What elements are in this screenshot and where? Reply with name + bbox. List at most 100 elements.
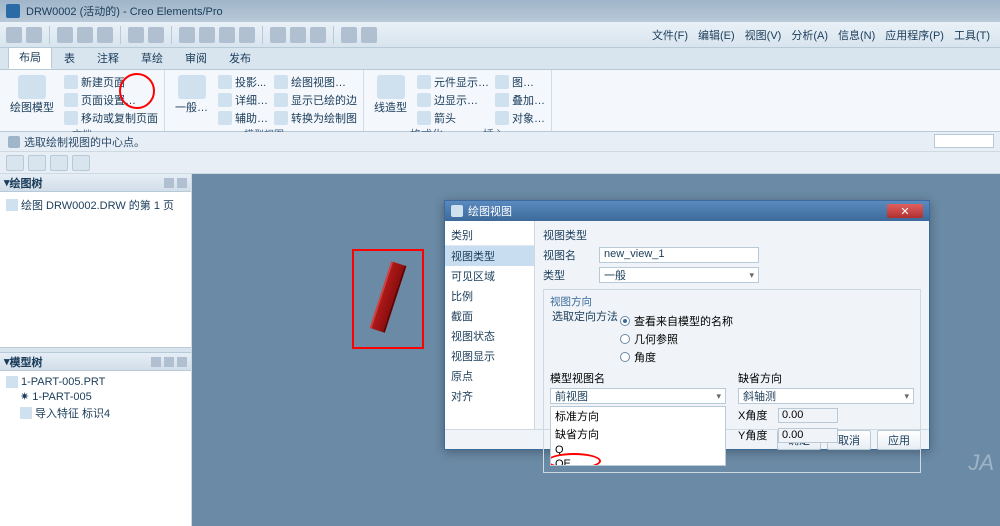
radio-icon <box>620 352 630 362</box>
mini-btn[interactable] <box>50 155 68 171</box>
menu-tools[interactable]: 工具(T) <box>954 27 990 43</box>
model-view-select[interactable]: 前视图 <box>550 388 726 404</box>
category-item[interactable]: 截面 <box>445 306 534 326</box>
comp-display-button[interactable]: 元件显示… <box>417 74 489 90</box>
qat-icon[interactable] <box>270 27 286 43</box>
tab-sketch[interactable]: 草绘 <box>131 47 173 69</box>
category-item-viewtype[interactable]: 视图类型 <box>445 246 534 266</box>
object-button[interactable]: 对象… <box>495 110 545 126</box>
qat-icon[interactable] <box>219 27 235 43</box>
label: 模型视图名 <box>550 370 726 386</box>
view-type-row: 类型 一般 <box>543 267 921 283</box>
tab-review[interactable]: 审阅 <box>175 47 217 69</box>
qat-icon[interactable] <box>239 27 255 43</box>
list-item[interactable]: Q <box>551 443 725 457</box>
panel-tool[interactable] <box>151 357 161 367</box>
search-input[interactable] <box>934 134 994 148</box>
model-view-list[interactable]: 标准方向 缺省方向 Q QE 前视图 <box>550 406 726 466</box>
panel-tool[interactable] <box>177 357 187 367</box>
label: 1-PART-005.PRT <box>21 376 105 388</box>
icon <box>274 93 288 107</box>
qat-icon[interactable] <box>290 27 306 43</box>
ribbon-group-modelview: 一般… 投影... 详细… 辅助… 绘图视图… 显示已绘的边 转换为绘制图 模型… <box>165 70 364 131</box>
tab-publish[interactable]: 发布 <box>219 47 261 69</box>
label: 页面设置… <box>81 92 136 108</box>
tree-node[interactable]: 绘图 DRW0002.DRW 的第 1 页 <box>6 196 185 214</box>
x-angle-input[interactable]: 0.00 <box>778 408 838 423</box>
qat-icon[interactable] <box>128 27 144 43</box>
arrow-button[interactable]: 箭头 <box>417 110 489 126</box>
menu-info[interactable]: 信息(N) <box>838 27 875 43</box>
new-page-button[interactable]: 新建页面 <box>64 74 158 90</box>
category-item[interactable]: 对齐 <box>445 386 534 406</box>
orient-method-label: 选取定向方法 <box>552 308 618 324</box>
projection-button[interactable]: 投影... <box>218 74 268 90</box>
view-type-select[interactable]: 一般 <box>599 267 759 283</box>
y-angle-input[interactable]: 0.00 <box>778 428 838 443</box>
category-item[interactable]: 比例 <box>445 286 534 306</box>
menu-app[interactable]: 应用程序(P) <box>885 27 944 43</box>
move-copy-page-button[interactable]: 移动或复制页面 <box>64 110 158 126</box>
menu-analysis[interactable]: 分析(A) <box>791 27 828 43</box>
mini-btn[interactable] <box>72 155 90 171</box>
drawing-view-button[interactable]: 绘图视图… <box>274 74 357 90</box>
orient-radio-geom[interactable]: 几何参照 <box>620 330 914 348</box>
panel-tool[interactable] <box>164 357 174 367</box>
app-icon <box>6 4 20 18</box>
qat-icon[interactable] <box>57 27 73 43</box>
line-style-button[interactable]: 线造型 <box>370 73 411 117</box>
label: 对象… <box>512 110 545 126</box>
orient-radio-angle[interactable]: 角度 <box>620 348 914 366</box>
list-item[interactable]: 标准方向 <box>551 407 725 425</box>
category-item[interactable]: 视图状态 <box>445 326 534 346</box>
tab-table[interactable]: 表 <box>54 47 85 69</box>
mini-btn[interactable] <box>28 155 46 171</box>
qat-icon[interactable] <box>148 27 164 43</box>
qat-icon[interactable] <box>77 27 93 43</box>
show-edges-button[interactable]: 显示已绘的边 <box>274 92 357 108</box>
panel-tool[interactable] <box>177 178 187 188</box>
convert-button[interactable]: 转换为绘制图 <box>274 110 357 126</box>
qat-icon[interactable] <box>97 27 113 43</box>
detail-button[interactable]: 详细… <box>218 92 268 108</box>
page-setup-button[interactable]: 页面设置… <box>64 92 158 108</box>
category-item[interactable]: 视图显示 <box>445 346 534 366</box>
left-panel: ▾ 绘图树 绘图 DRW0002.DRW 的第 1 页 ▾ 模型树 1-PART… <box>0 174 192 526</box>
drawing-model-label: 绘图模型 <box>10 99 54 115</box>
tree-node[interactable]: 导入特征 标识4 <box>6 404 185 422</box>
mini-btn[interactable] <box>6 155 24 171</box>
list-item[interactable]: 缺省方向 <box>551 425 725 443</box>
drawing-model-button[interactable]: 绘图模型 <box>6 73 58 117</box>
category-item[interactable]: 可见区域 <box>445 266 534 286</box>
category-item[interactable]: 原点 <box>445 366 534 386</box>
tab-annotate[interactable]: 注释 <box>87 47 129 69</box>
general-view-button[interactable]: 一般… <box>171 73 212 117</box>
overlay-button[interactable]: 叠加… <box>495 92 545 108</box>
qat-icon[interactable] <box>26 27 42 43</box>
icon <box>417 93 431 107</box>
tree-node[interactable]: 1-PART-005.PRT <box>6 375 185 389</box>
view-name-input[interactable]: new_view_1 <box>599 247 759 263</box>
qat-icon[interactable] <box>6 27 22 43</box>
qat-icon[interactable] <box>310 27 326 43</box>
drawing-tree[interactable]: 绘图 DRW0002.DRW 的第 1 页 <box>0 192 191 347</box>
qat-icon[interactable] <box>179 27 195 43</box>
close-button[interactable]: ✕ <box>887 204 923 218</box>
qat-icon[interactable] <box>361 27 377 43</box>
tab-layout[interactable]: 布局 <box>8 45 52 69</box>
edge-display-button[interactable]: 边显示… <box>417 92 489 108</box>
qat-icon[interactable] <box>199 27 215 43</box>
dialog-titlebar[interactable]: 绘图视图 ✕ <box>445 201 929 221</box>
default-orient-select[interactable]: 斜轴测 <box>738 388 914 404</box>
menu-view[interactable]: 视图(V) <box>745 27 782 43</box>
menu-edit[interactable]: 编辑(E) <box>698 27 735 43</box>
pic-button[interactable]: 图… <box>495 74 545 90</box>
orient-radio-names[interactable]: 查看来自模型的名称 <box>620 312 914 330</box>
menu-file[interactable]: 文件(F) <box>652 27 688 43</box>
panel-tool[interactable] <box>164 178 174 188</box>
qat-icon[interactable] <box>341 27 357 43</box>
model-tree[interactable]: 1-PART-005.PRT ✷1-PART-005 导入特征 标识4 <box>0 371 191 526</box>
list-item[interactable]: QE <box>551 457 725 466</box>
auxiliary-button[interactable]: 辅助… <box>218 110 268 126</box>
tree-node[interactable]: ✷1-PART-005 <box>6 389 185 404</box>
